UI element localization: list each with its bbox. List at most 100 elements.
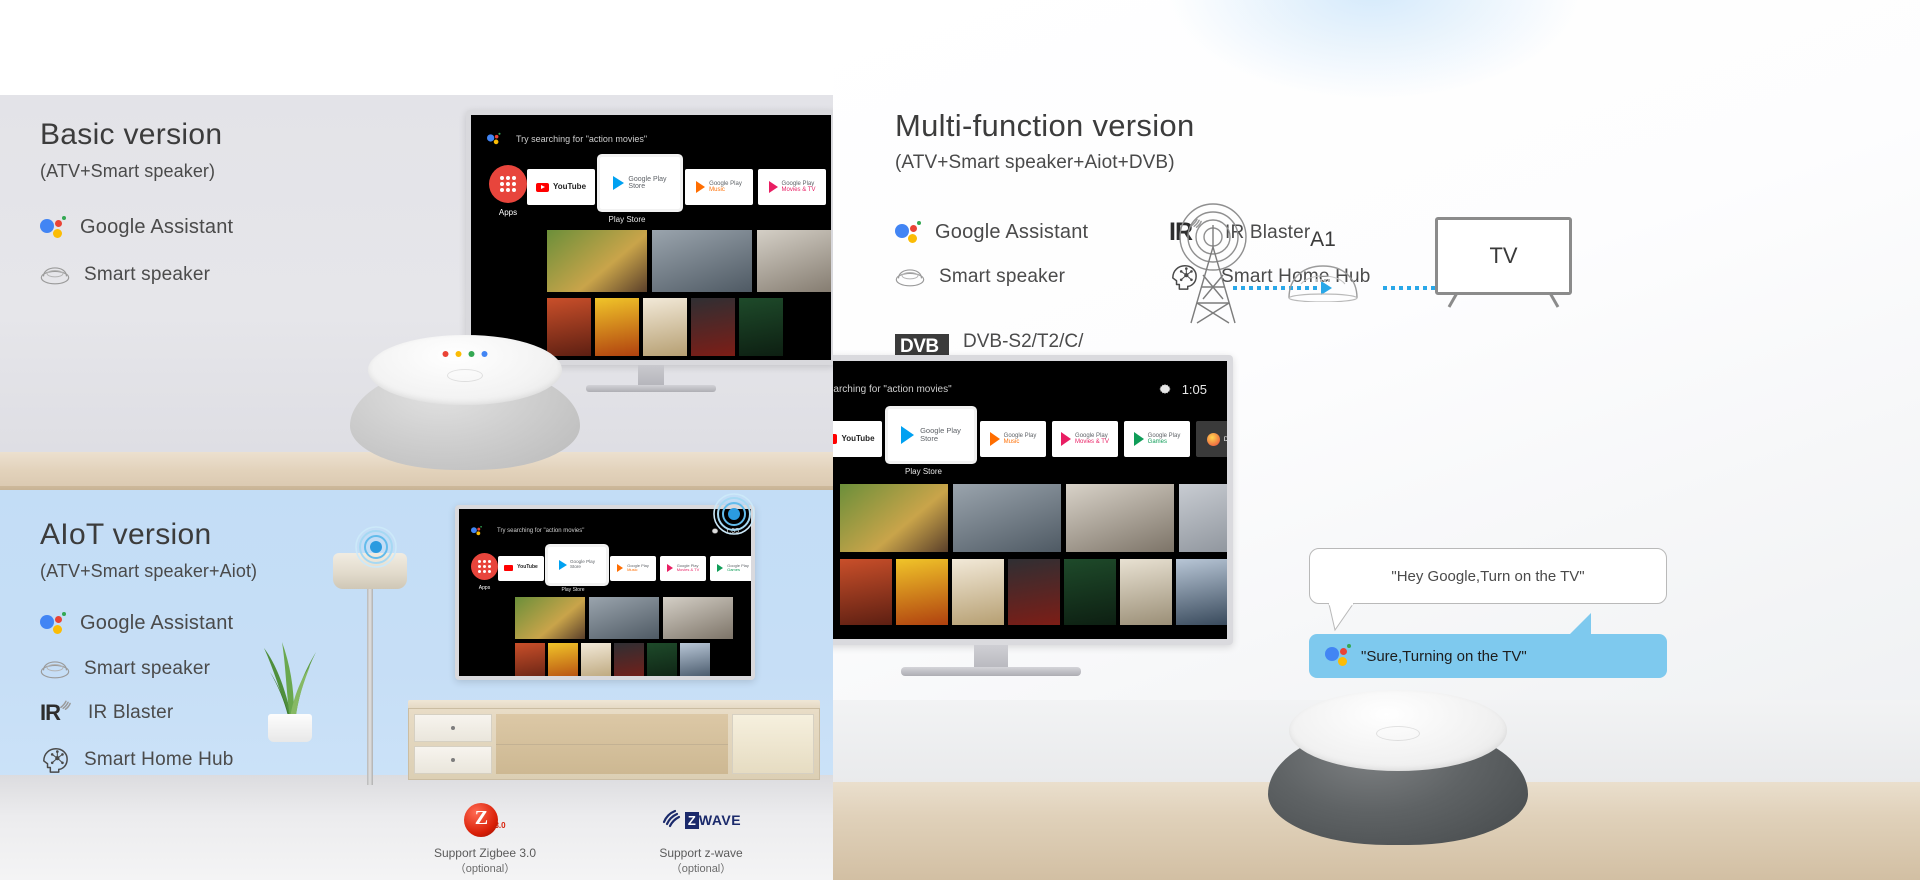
poster-tile[interactable] [896,559,948,625]
poster-tile[interactable] [1120,559,1172,625]
poster-tile[interactable] [581,643,611,676]
apps-grid-icon [500,176,516,192]
app-tile-label: Movies & TV [781,187,816,193]
app-tile-youtube[interactable]: YouTube [833,421,882,457]
app-tile-youtube[interactable]: YouTube [527,169,595,205]
feature-label: Google Assistant [80,216,234,238]
badge-zwave: Z WAVE Support z-wave （optional） [636,800,766,876]
tv-bezel: Try searching for "action movies" 1:05 [455,505,755,680]
app-tile-google-play-movies[interactable]: Google Play Movies & TV [1052,421,1118,457]
atv-media-row-1 [471,224,831,292]
section-title: AIoT version [40,518,212,551]
atv-search-row[interactable]: Try searching for "action movies" [487,127,647,151]
app-tile-google-play-movies[interactable]: Google Play Movies & TV [758,169,826,205]
assistant-speech-bubble: "Sure,Turning on the TV" [1309,634,1667,678]
poster-tile[interactable] [1176,559,1227,625]
app-tile-label: YouTube [552,181,587,191]
poster-tile[interactable] [548,643,578,676]
tv-cabinet [408,700,820,785]
poster-tile[interactable] [1008,559,1060,625]
app-tile-youtube[interactable]: YouTube [498,555,544,581]
atv-app-row-wrap: YouTube Google Play Store Google Play Mu… [833,409,1227,476]
background-glow [1163,0,1583,100]
poster-tile[interactable] [1064,559,1116,625]
media-tile[interactable] [515,597,585,639]
poster-tile[interactable] [680,643,710,676]
poster-tile[interactable] [739,298,783,356]
atv-app-row: YouTube Google Play Store Google Play Mu… [527,157,831,209]
apps-label: Apps [478,585,491,591]
gear-icon[interactable] [1158,382,1172,396]
app-tile-label: Store [920,434,938,443]
atv-app-area: Apps YouTube [833,401,1227,476]
media-tile[interactable] [840,484,948,552]
aiot-version-heading: AIoT version (ATV+Smart speaker+Aiot) Go… [40,518,257,774]
atv-search-row[interactable]: Try searching for "action movies" [833,377,952,401]
media-tile[interactable] [589,597,659,639]
app-tile-google-play-movies[interactable]: Google Play Movies & TV [660,555,706,581]
section-subtitle: (ATV+Smart speaker+Aiot+DVB) [895,151,1175,173]
app-tile-google-play-store[interactable]: Google Play Store [600,157,680,209]
media-tile[interactable] [652,230,752,292]
poster-tile[interactable] [614,643,644,676]
app-tile-google-play-store[interactable]: Google Play Store [548,547,606,583]
app-tile-label: DRM Info [1223,435,1227,443]
tv-label: TV [1489,243,1518,268]
media-tile[interactable] [1179,484,1227,552]
a1-label: A1 [1310,228,1336,251]
poster-tile[interactable] [515,643,545,676]
poster-tile[interactable] [647,643,677,676]
cabinet-right-door[interactable] [732,714,814,774]
app-tile-google-play-music[interactable]: Google Play Music [610,555,656,581]
feature-ir-blaster: IR IR Blaster [40,700,257,724]
app-tile-google-play-games[interactable]: Google Play Games [710,555,751,581]
app-tile-drm-info[interactable]: DRM Info [1196,421,1227,457]
atv-apps-button[interactable]: Apps [471,553,498,591]
drawer-knob[interactable] [451,758,455,762]
app-tile-label: Music [627,567,638,572]
right-column: Multi-function version (ATV+Smart speake… [833,0,1920,880]
media-tile[interactable] [757,230,831,292]
smart-speaker-device-basic [350,335,580,470]
poster-tile[interactable] [595,298,639,356]
speaker-touch-dimple[interactable] [1376,726,1420,741]
atv-apps-button[interactable]: Apps [489,165,527,217]
atv-top-bar: Try searching for "action movies" [471,115,831,151]
poster-tile[interactable] [643,298,687,356]
speaker-touch-dimple[interactable] [447,369,483,382]
app-tile-google-play-music[interactable]: Google Play Music [980,421,1046,457]
drawer-knob[interactable] [451,726,455,730]
play-movies-icon [666,564,673,572]
app-tile-google-play-store[interactable]: Google Play Store [888,409,974,461]
media-tile[interactable] [1066,484,1174,552]
user-bubble-tail [1328,603,1354,632]
media-tile[interactable] [663,597,733,639]
app-tile-google-play-music[interactable]: Google Play Music [685,169,753,205]
app-tile-label: Games [1147,439,1167,445]
app-tile-label: YouTube [517,564,538,571]
app-tile-label: Movies & TV [1075,439,1109,445]
atv-media-row-1 [459,593,751,639]
poster-tile[interactable] [691,298,735,356]
media-tile[interactable] [547,230,647,292]
top-white-strip [0,0,833,95]
play-store-icon [613,176,625,190]
media-tile[interactable] [953,484,1061,552]
zwave-icon: Z WAVE [636,800,766,840]
ir-blaster-icon: IR [40,700,74,724]
google-assistant-icon [40,215,66,240]
feature-smart-home-hub: Smart Home Hub [40,746,257,774]
app-tile-google-play-games[interactable]: Google Play Games [1124,421,1190,457]
atv-search-hint: Try searching for "action movies" [516,134,648,144]
poster-tile[interactable] [952,559,1004,625]
android-tv-ui: Try searching for "action movies" 1:05 [459,509,751,676]
atv-search-row[interactable]: Try searching for "action movies" [471,519,584,543]
poster-tile[interactable] [840,559,892,625]
zigbee-icon: Z 3.0 [420,800,550,840]
atv-app-row-wrap: YouTube Google Play Store Google Play Mu… [498,547,751,593]
google-assistant-icon [471,525,482,536]
smart-speaker-device-multi [1268,690,1528,845]
left-column: Try searching for "action movies" Apps Y… [0,0,833,880]
app-tile-label: YouTube [841,433,875,443]
connectivity-ripple-icon [713,493,755,535]
